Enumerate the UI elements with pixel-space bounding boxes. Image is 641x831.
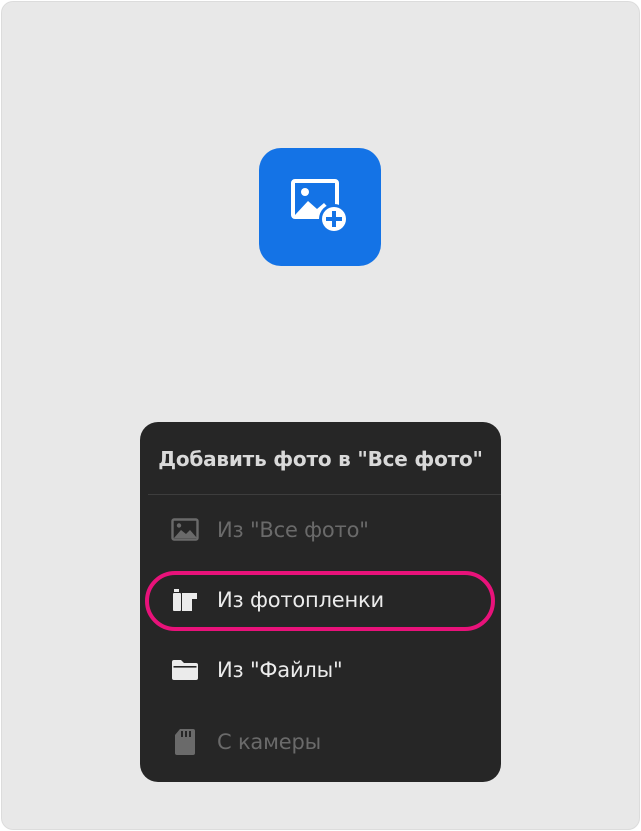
gallery-icon (171, 516, 199, 544)
folder-icon (171, 656, 199, 684)
menu-item-label: Из фотопленки (217, 588, 384, 612)
menu-item-from-camera-roll[interactable]: Из фотопленки (140, 568, 501, 632)
menu-divider (148, 494, 501, 495)
menu-item-from-camera[interactable]: С камеры (140, 710, 501, 774)
menu-item-from-all-photos[interactable]: Из "Все фото" (140, 498, 501, 562)
add-photo-app-icon[interactable] (259, 148, 381, 266)
menu-item-label: Из "Все фото" (217, 518, 369, 542)
add-image-icon (291, 179, 349, 234)
camera-roll-icon (171, 586, 199, 614)
menu-item-from-files[interactable]: Из "Файлы" (140, 638, 501, 702)
menu-title: Добавить фото в "Все фото" (158, 447, 483, 471)
menu-item-label: Из "Файлы" (217, 658, 343, 682)
menu-item-label: С камеры (217, 730, 321, 754)
sd-card-icon (171, 728, 199, 756)
